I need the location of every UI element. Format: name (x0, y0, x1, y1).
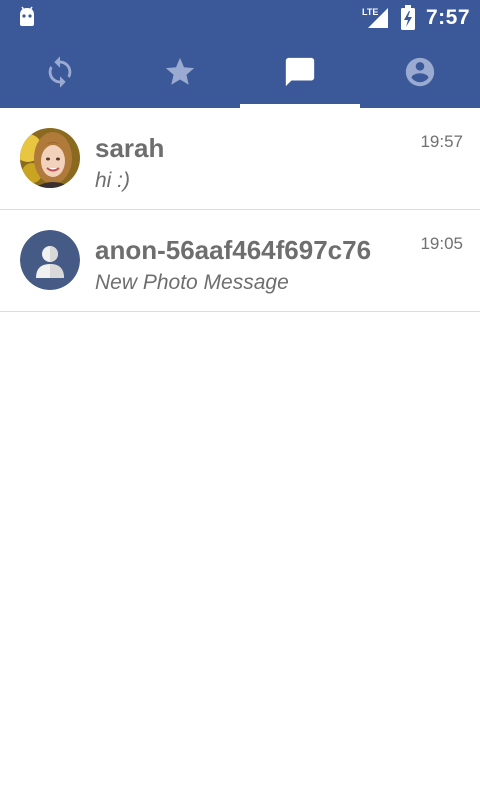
sync-icon (48, 56, 72, 88)
chat-bubble-icon (285, 57, 315, 87)
conversation-list: sarah hi :) 19:57 anon-56aaf464f697c76 N… (0, 108, 480, 312)
tab-profile[interactable] (360, 36, 480, 108)
tab-messages[interactable] (240, 36, 360, 108)
star-icon (165, 57, 195, 85)
conversation-row[interactable]: sarah hi :) 19:57 (0, 108, 480, 210)
photo-avatar (20, 128, 80, 188)
status-bar: LTE 7:57 (0, 0, 480, 36)
tab-favorites[interactable] (120, 36, 240, 108)
contact-name: anon-56aaf464f697c76 (95, 235, 372, 265)
message-time: 19:57 (420, 132, 463, 151)
message-time: 19:05 (420, 234, 463, 253)
android-icon (20, 6, 34, 26)
conversation-row[interactable]: anon-56aaf464f697c76 New Photo Message 1… (0, 210, 480, 312)
battery-charging-icon (401, 5, 415, 30)
contact-name: sarah (95, 133, 165, 163)
lte-signal-icon: LTE (362, 7, 388, 28)
network-type-label: LTE (362, 7, 378, 17)
tab-bar (0, 36, 480, 108)
tab-sync[interactable] (0, 36, 120, 108)
account-icon (405, 57, 435, 87)
default-avatar-icon (20, 230, 80, 290)
message-preview: hi :) (95, 169, 131, 192)
status-time: 7:57 (426, 6, 471, 29)
message-preview: New Photo Message (95, 271, 289, 294)
